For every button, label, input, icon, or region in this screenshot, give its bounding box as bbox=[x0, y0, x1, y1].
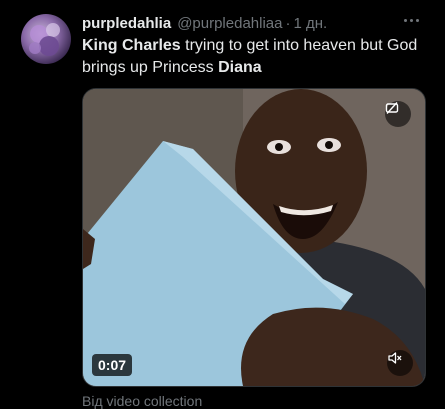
avatar[interactable] bbox=[21, 14, 71, 64]
tweet-text-bold-1: King Charles bbox=[82, 37, 181, 54]
tweet-header: purpledahlia @purpledahliaa · 1 дн. bbox=[82, 12, 431, 34]
speaker-muted-glyph bbox=[388, 352, 402, 364]
speaker-muted-icon[interactable] bbox=[387, 350, 413, 376]
separator-dot: · bbox=[285, 14, 291, 32]
video-player[interactable]: 0:07 bbox=[82, 88, 426, 387]
more-icon[interactable] bbox=[401, 10, 421, 30]
tweet-text-bold-2: Diana bbox=[218, 59, 262, 76]
media-source-label[interactable]: Від video collection bbox=[82, 393, 202, 409]
avatar-image bbox=[29, 23, 60, 56]
display-name[interactable]: purpledahlia bbox=[82, 15, 171, 32]
tweet-text: King Charles trying to get into heaven b… bbox=[82, 35, 427, 79]
autoplay-icon[interactable] bbox=[385, 101, 411, 127]
timestamp[interactable]: 1 дн. bbox=[294, 15, 328, 32]
user-handle[interactable]: @purpledahliaa bbox=[177, 15, 282, 32]
video-duration: 0:07 bbox=[92, 354, 133, 376]
autoplay-icon-glyph bbox=[385, 102, 399, 114]
tweet[interactable]: purpledahlia @purpledahliaa · 1 дн. King… bbox=[0, 0, 445, 409]
video-frame bbox=[83, 89, 425, 386]
